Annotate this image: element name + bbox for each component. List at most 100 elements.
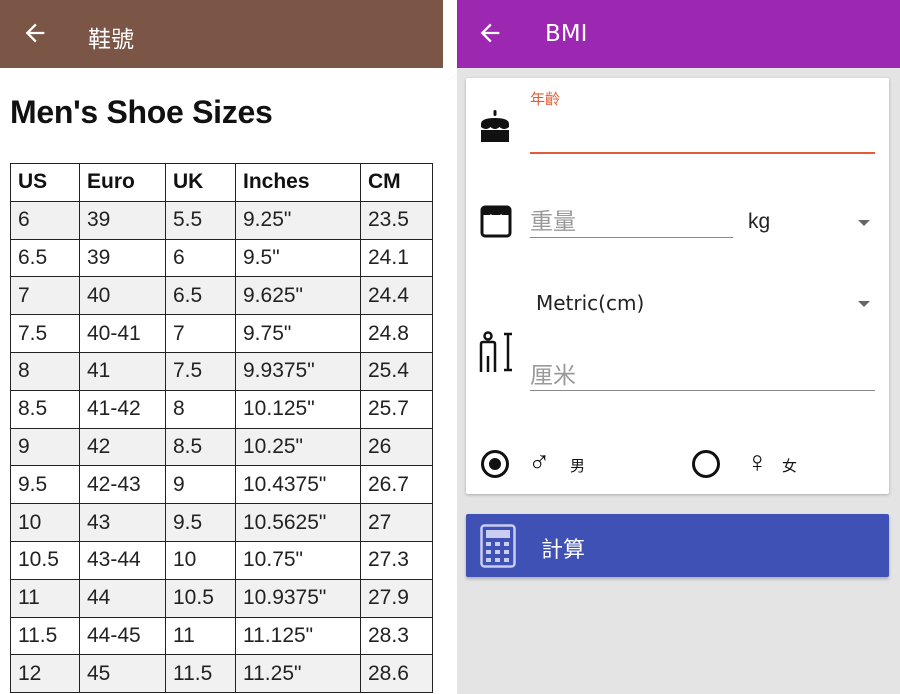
table-cell: 44-45: [79, 616, 166, 656]
table-cell: 9: [10, 427, 80, 467]
table-cell: 7: [165, 314, 236, 353]
table-row: 9.5 42-43 9 10.4375" 26.7: [10, 465, 433, 505]
table-cell: 10: [165, 540, 236, 580]
table-cell: 44: [79, 578, 166, 618]
table-cell: 41: [79, 351, 166, 391]
table-row: 8.5 41-42 8 10.125" 25.7: [10, 389, 433, 429]
height-unit-dropdown-icon[interactable]: [858, 301, 870, 307]
back-arrow-icon[interactable]: [20, 18, 50, 48]
calculate-button[interactable]: 計算: [466, 514, 889, 577]
weight-unit-select[interactable]: kg: [748, 210, 770, 234]
table-cell: 9.9375": [235, 351, 361, 391]
table-cell: 27: [360, 503, 433, 542]
table-row: 7 40 6.5 9.625" 24.4: [10, 276, 433, 316]
column-header: Euro: [79, 163, 166, 202]
age-input[interactable]: [530, 114, 878, 152]
table-cell: 9.625": [235, 276, 361, 316]
table-cell: 26: [360, 427, 433, 467]
table-cell: 40: [79, 276, 166, 316]
female-radio-button[interactable]: [692, 450, 720, 478]
table-cell: 9.5: [10, 465, 80, 505]
table-cell: 26.7: [360, 465, 433, 505]
table-cell: 11.5: [165, 654, 236, 694]
panel-divider: [443, 0, 457, 694]
table-cell: 10.4375": [235, 465, 361, 505]
birthday-cake-icon: [477, 108, 513, 149]
column-header: Inches: [235, 163, 361, 202]
table-cell: 27.9: [360, 578, 433, 618]
table-cell: 9.25": [235, 200, 361, 240]
back-arrow-icon[interactable]: [475, 18, 505, 48]
table-cell: 8.5: [165, 427, 236, 467]
table-row: 6 39 5.5 9.25" 23.5: [10, 200, 433, 240]
table-cell: 10: [10, 503, 80, 542]
table-cell: 8: [165, 389, 236, 429]
table-cell: 6: [10, 200, 80, 240]
male-symbol-icon: ♂: [528, 446, 551, 479]
height-input-underline: [530, 390, 875, 391]
table-cell: 23.5: [360, 200, 433, 240]
male-label[interactable]: 男: [570, 455, 585, 476]
bmi-screen-title: BMI: [545, 21, 588, 47]
table-cell: 40-41: [79, 314, 166, 353]
table-cell: 8.5: [10, 389, 80, 429]
table-row: 11 44 10.5 10.9375" 27.9: [10, 578, 433, 618]
table-cell: 42-43: [79, 465, 166, 505]
person-height-icon: [478, 330, 514, 379]
table-row: 12 45 11.5 11.25" 28.6: [10, 654, 433, 694]
weight-input-placeholder[interactable]: 重量: [530, 202, 576, 236]
weight-unit-dropdown-icon[interactable]: [858, 220, 870, 226]
shoe-app-bar: 鞋號: [0, 0, 443, 68]
table-cell: 24.1: [360, 238, 433, 278]
table-cell: 7.5: [165, 351, 236, 391]
height-unit-select[interactable]: Metric(cm): [536, 291, 644, 315]
table-cell: 7: [10, 276, 80, 316]
table-cell: 27.3: [360, 540, 433, 580]
table-cell: 8: [10, 351, 80, 391]
table-cell: 10.9375": [235, 578, 361, 618]
weight-input-underline: [530, 237, 733, 238]
table-cell: 6.5: [165, 276, 236, 316]
column-header: US: [10, 163, 80, 202]
table-cell: 24.4: [360, 276, 433, 316]
table-cell: 10.25": [235, 427, 361, 467]
table-cell: 24.8: [360, 314, 433, 353]
table-row: 6.5 39 6 9.5" 24.1: [10, 238, 433, 278]
table-cell: 43-44: [79, 540, 166, 580]
column-header: CM: [360, 163, 433, 202]
table-cell: 42: [79, 427, 166, 467]
table-cell: 11: [165, 616, 236, 656]
table-cell: 9.5: [165, 503, 236, 542]
table-cell: 12: [10, 654, 80, 694]
table-cell: 5.5: [165, 200, 236, 240]
table-cell: 9.5": [235, 238, 361, 278]
table-cell: 39: [79, 200, 166, 240]
column-header: UK: [165, 163, 236, 202]
table-cell: 10.75": [235, 540, 361, 580]
radio-selected-dot: [489, 458, 501, 470]
table-cell: 11.25": [235, 654, 361, 694]
table-cell: 25.7: [360, 389, 433, 429]
female-label[interactable]: 女: [782, 455, 797, 476]
table-cell: 10.5: [165, 578, 236, 618]
table-cell: 7.5: [10, 314, 80, 353]
age-input-underline: [530, 152, 875, 154]
scale-icon: [480, 204, 512, 243]
table-cell: 25.4: [360, 351, 433, 391]
table-cell: 45: [79, 654, 166, 694]
table-cell: 9.75": [235, 314, 361, 353]
table-header-row: US Euro UK Inches CM: [10, 163, 433, 202]
table-row: 9 42 8.5 10.25" 26: [10, 427, 433, 467]
calculate-button-label: 計算: [541, 538, 586, 563]
table-row: 8 41 7.5 9.9375" 25.4: [10, 351, 433, 391]
male-radio-button[interactable]: [481, 450, 509, 478]
table-row: 11.5 44-45 11 11.125" 28.3: [10, 616, 433, 656]
calculator-icon: [480, 524, 516, 573]
table-cell: 6.5: [10, 238, 80, 278]
table-row: 7.5 40-41 7 9.75" 24.8: [10, 314, 433, 353]
table-cell: 11.125": [235, 616, 361, 656]
bmi-input-card: 年齡 重量 kg Metric(cm) 厘米 ♂ 男 ♀ 女: [466, 78, 889, 494]
table-cell: 11.5: [10, 616, 80, 656]
height-input-placeholder[interactable]: 厘米: [530, 356, 576, 390]
page-title: Men's Shoe Sizes: [10, 94, 273, 130]
